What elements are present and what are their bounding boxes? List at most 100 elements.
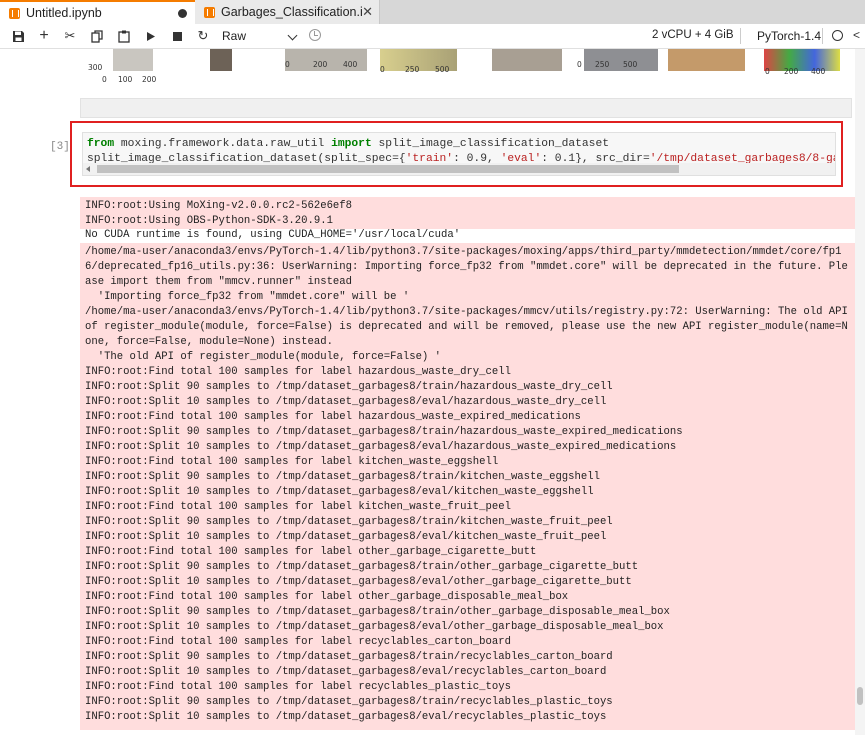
axis-tick-label: 0 [765,67,770,76]
code-text: split_image_classification_dataset [371,138,610,150]
output-line: INFO:root:Split 90 samples to /tmp/datas… [85,426,683,438]
divider [740,28,741,44]
output-line: INFO:root:Using OBS-Python-SDK-3.20.9.1 [85,215,333,227]
output-line: INFO:root:Split 90 samples to /tmp/datas… [85,516,613,528]
output-line: INFO:root:Find total 100 samples for lab… [85,366,511,378]
axis-tick-label: 100 [118,75,133,84]
close-icon[interactable]: ✕ [362,4,373,20]
output-line: INFO:root:Find total 100 samples for lab… [85,681,511,693]
image-thumbnail [210,49,232,71]
output-line: 6/deprecated_fp16_utils.py:36: UserWarni… [85,261,848,273]
copy-icon[interactable] [87,27,107,45]
axis-tick-label: 500 [623,60,638,69]
image-thumbnail [492,49,562,71]
output-line: INFO:root:Split 90 samples to /tmp/datas… [85,471,600,483]
axis-tick-label: 200 [313,60,328,69]
tab-bar: Untitled.ipynb Garbages_Classification.i… [0,0,865,24]
output-line: /home/ma-user/anaconda3/envs/PyTorch-1.4… [85,246,842,258]
output-line: INFO:root:Split 90 samples to /tmp/datas… [85,381,613,393]
run-icon[interactable] [141,27,161,45]
notebook-icon [9,7,20,19]
output-line: INFO:root:Split 90 samples to /tmp/datas… [85,606,670,618]
horizontal-scrollbar[interactable] [83,163,835,175]
code-editor[interactable]: from moxing.framework.data.raw_util impo… [82,132,836,176]
output-line: INFO:root:Split 90 samples to /tmp/datas… [85,696,613,708]
scroll-left-icon[interactable] [86,166,90,172]
paste-icon[interactable] [114,27,134,45]
add-icon[interactable]: + [34,27,54,45]
divider [822,28,823,44]
axis-tick-label: 200 [784,67,799,76]
output-line: INFO:root:Split 10 samples to /tmp/datas… [85,396,607,408]
save-icon[interactable] [8,27,28,45]
image-thumbnail [764,49,840,71]
output-line: INFO:root:Find total 100 samples for lab… [85,501,511,513]
image-thumbnail [113,49,153,71]
axis-tick-label: 250 [405,65,420,74]
output-line: INFO:root:Find total 100 samples for lab… [85,411,581,423]
axis-tick-label: 200 [142,75,157,84]
output-line: INFO:root:Split 10 samples to /tmp/datas… [85,576,632,588]
output-line: INFO:root:Find total 100 samples for lab… [85,546,537,558]
output-line: INFO:root:Split 90 samples to /tmp/datas… [85,561,639,573]
restart-icon[interactable]: ↻ [193,27,213,45]
stop-icon[interactable] [167,27,187,45]
kernel-name[interactable]: PyTorch-1.4 [757,29,821,43]
kernel-status-icon [832,30,843,41]
keyword: import [331,138,372,150]
output-line: INFO:root:Split 10 samples to /tmp/datas… [85,711,607,723]
stderr-output-log: /home/ma-user/anaconda3/envs/PyTorch-1.4… [80,243,855,730]
scrollbar-thumb[interactable] [857,687,863,705]
axis-tick-label: 400 [811,67,826,76]
chevron-down-icon [287,30,298,41]
output-line: of register_module(module, force=False) … [85,321,848,333]
stderr-output: INFO:root:Using MoXing-v2.0.0.rc2-562e6e… [80,197,855,229]
output-line: INFO:root:Split 90 samples to /tmp/datas… [85,651,613,663]
output-line: /home/ma-user/anaconda3/envs/PyTorch-1.4… [85,306,848,318]
output-line: INFO:root:Split 10 samples to /tmp/datas… [85,666,607,678]
cell-type-select[interactable]: Raw [222,27,300,45]
axis-tick-label: 0 [380,65,385,74]
code-line-1: from moxing.framework.data.raw_util impo… [83,133,835,152]
axis-tick-label: 250 [595,60,610,69]
share-icon[interactable]: < [853,28,860,42]
output-line: INFO:root:Split 10 samples to /tmp/datas… [85,441,677,453]
tab-label: Garbages_Classification.ipynb [221,5,363,19]
scrollbar-thumb[interactable] [97,165,679,173]
output-line: INFO:root:Split 10 samples to /tmp/datas… [85,621,664,633]
unsaved-dot-icon[interactable] [178,8,187,18]
axis-tick-label: 0 [285,60,290,69]
output-line: 'The old API of register_module(module, … [85,351,442,363]
output-line: INFO:root:Split 10 samples to /tmp/datas… [85,531,607,543]
vertical-scrollbar[interactable] [855,49,865,735]
output-line: ase import them from "mmcv.runner" inste… [85,276,353,288]
code-cell-selected[interactable]: from moxing.framework.data.raw_util impo… [70,121,843,187]
output-line: INFO:root:Find total 100 samples for lab… [85,591,569,603]
clock-icon [309,29,321,41]
axis-tick-label: 300 [88,63,103,72]
cut-icon[interactable]: ✂ [60,27,80,45]
axis-tick-label: 500 [435,65,450,74]
cell-type-value: Raw [222,29,247,43]
tab-garbages-classification[interactable]: Garbages_Classification.ipynb ✕ [195,0,380,24]
output-line: INFO:root:Using MoXing-v2.0.0.rc2-562e6e… [85,200,353,212]
notebook-toolbar: + ✂ ↻ Raw 2 vCPU + 4 GiB PyTorch-1.4 < [0,24,865,49]
axis-tick-label: 0 [577,60,582,69]
notebook-icon [204,6,215,18]
axis-tick-label: 400 [343,60,358,69]
code-text: moxing.framework.data.raw_util [114,138,332,150]
output-line: INFO:root:Find total 100 samples for lab… [85,636,511,648]
image-thumbnail [668,49,745,71]
keyword: from [87,138,115,150]
output-line: INFO:root:Split 10 samples to /tmp/datas… [85,486,594,498]
output-line: one, force=False, module=None) instead. [85,336,333,348]
image-output-strip: 300 0 100 200 0 200 400 0 250 500 0 250 … [80,49,850,89]
tab-label: Untitled.ipynb [26,6,102,20]
tab-untitled[interactable]: Untitled.ipynb [0,0,195,24]
axis-tick-label: 0 [102,75,107,84]
resource-indicator: 2 vCPU + 4 GiB [652,29,734,41]
output-line: 'Importing force_fp32 from "mmdet.core" … [85,291,410,303]
empty-cell[interactable] [80,98,852,118]
stdout-output: No CUDA runtime is found, using CUDA_HOM… [85,229,461,241]
output-line: INFO:root:Find total 100 samples for lab… [85,456,499,468]
